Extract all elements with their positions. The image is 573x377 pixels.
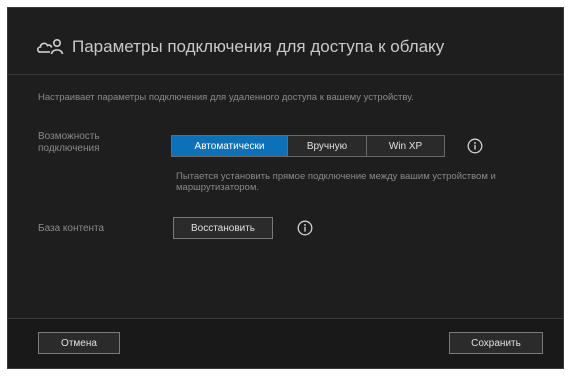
content-base-label: База контента: [38, 223, 105, 234]
header-divider: [8, 74, 563, 75]
connection-mode-selector: Автоматически Вручную Win XP: [171, 135, 445, 157]
connection-option-auto[interactable]: Автоматически: [172, 136, 287, 156]
connection-hint: Пытается установить прямое подключение м…: [176, 171, 496, 193]
cancel-button[interactable]: Отмена: [38, 332, 120, 354]
info-icon[interactable]: [467, 138, 483, 154]
cloud-access-dialog: Параметры подключения для доступа к обла…: [7, 7, 564, 369]
connection-option-winxp[interactable]: Win XP: [366, 136, 444, 156]
dialog-title: Параметры подключения для доступа к обла…: [72, 37, 445, 56]
dialog-footer: Отмена Сохранить: [8, 318, 563, 368]
dialog-description: Настраивает параметры подключения для уд…: [38, 92, 414, 103]
cloud-user-icon: [36, 36, 66, 58]
connection-option-manual[interactable]: Вручную: [287, 136, 366, 156]
dialog-header: Параметры подключения для доступа к обла…: [36, 34, 444, 60]
connection-label: Возможность подключения: [38, 131, 100, 154]
restore-button[interactable]: Восстановить: [173, 217, 273, 239]
info-icon[interactable]: [297, 220, 313, 236]
save-button[interactable]: Сохранить: [449, 332, 543, 354]
